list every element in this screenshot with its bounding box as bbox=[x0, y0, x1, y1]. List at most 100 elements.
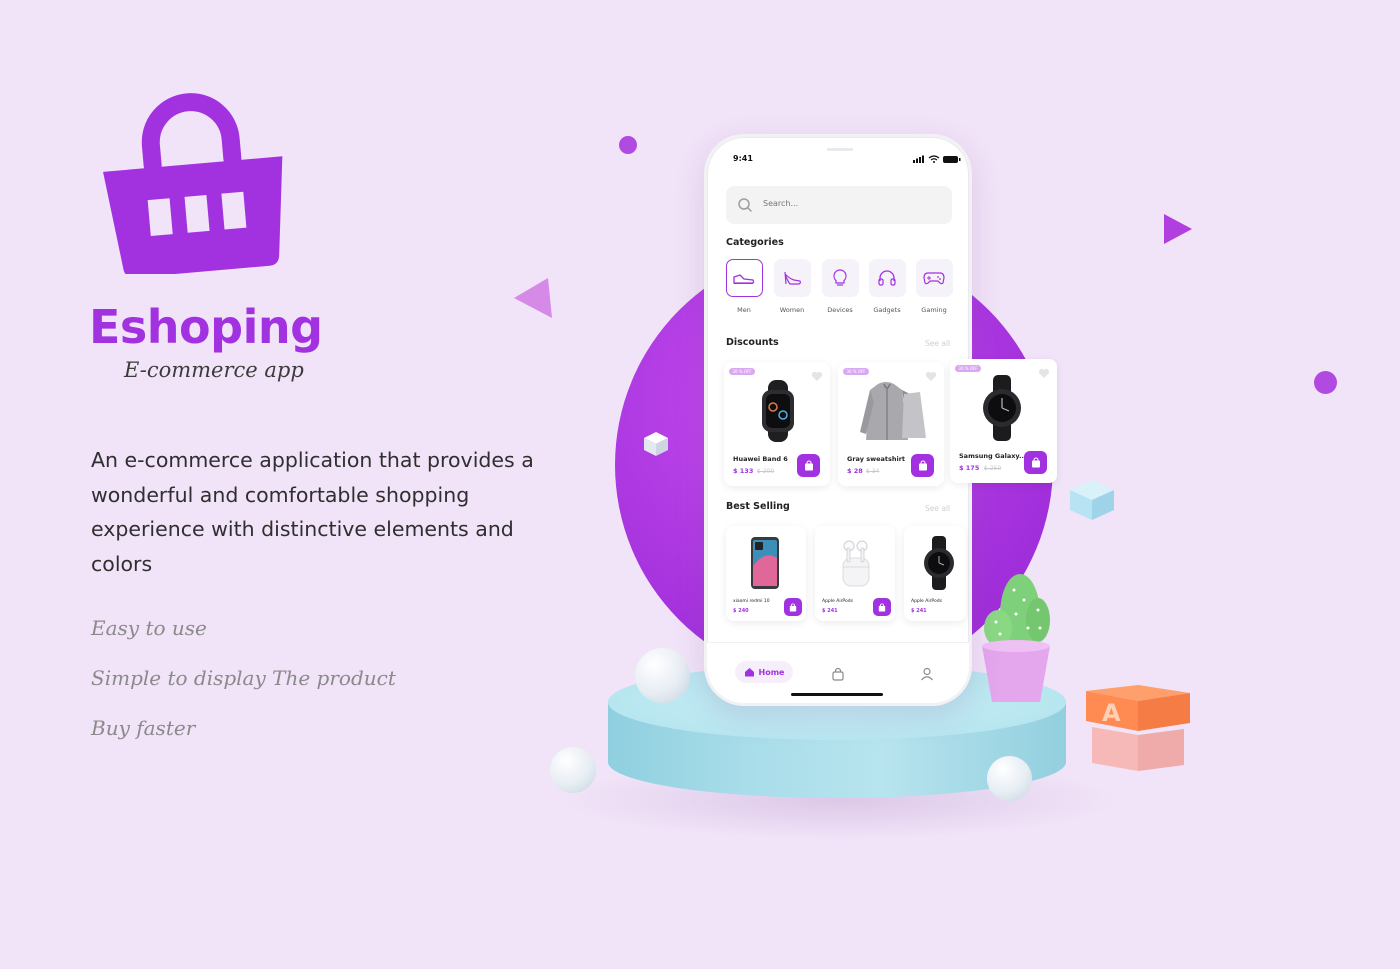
product-old-price: $ 250 bbox=[984, 465, 1002, 472]
phone-speaker bbox=[827, 148, 853, 151]
decorative-ball bbox=[987, 756, 1032, 801]
brand-title: Eshoping bbox=[89, 300, 323, 354]
add-to-cart-button[interactable] bbox=[1024, 451, 1047, 474]
product-name: xiaomi redmi 10 bbox=[733, 599, 770, 604]
product-price: $ 240 bbox=[733, 608, 749, 614]
feature-item: Simple to display The product bbox=[91, 666, 396, 690]
discount-card[interactable]: 30 % OFF Gray sweatshirt $ 28 $ 34 bbox=[838, 362, 944, 486]
category-icon-box bbox=[773, 259, 811, 297]
product-name: Apple AirPods bbox=[911, 599, 942, 604]
bag-icon bbox=[789, 603, 797, 611]
category-icon-box bbox=[821, 259, 859, 297]
feature-item: Easy to use bbox=[91, 616, 207, 640]
home-icon bbox=[744, 668, 754, 677]
sneaker-icon bbox=[733, 274, 755, 284]
product-name: Gray sweatshirt bbox=[847, 455, 906, 463]
category-women[interactable]: Women bbox=[772, 259, 812, 314]
best-selling-card[interactable]: xiaomi redmi 10 $ 240 bbox=[726, 526, 806, 621]
category-gaming[interactable]: Gaming bbox=[914, 259, 954, 314]
high-heel-icon bbox=[784, 271, 801, 285]
lightbulb-icon bbox=[833, 269, 847, 286]
product-price: $ 241 bbox=[822, 608, 838, 614]
discount-badge: 30 % OFF bbox=[843, 368, 869, 375]
decorative-dot bbox=[619, 136, 637, 154]
brand-description: An e-commerce application that provides … bbox=[91, 448, 534, 576]
decorative-ball bbox=[635, 648, 690, 703]
category-icon-box bbox=[868, 259, 906, 297]
decorative-ball bbox=[550, 747, 596, 793]
category-icon-box bbox=[915, 259, 953, 297]
product-name: Apple AirPods bbox=[822, 599, 853, 604]
add-to-cart-button[interactable] bbox=[911, 454, 934, 477]
discount-card[interactable]: 30 % OFF Huawei Band 6 $ 133 $ 200 bbox=[724, 362, 830, 486]
decorative-cube bbox=[1070, 480, 1114, 520]
tab-home-label: Home bbox=[758, 667, 785, 677]
tab-home[interactable]: Home bbox=[735, 661, 793, 683]
category-label: Devices bbox=[827, 306, 853, 314]
bag-icon[interactable] bbox=[831, 667, 845, 681]
heart-icon[interactable] bbox=[811, 371, 823, 382]
home-indicator bbox=[791, 693, 883, 696]
product-old-price: $ 200 bbox=[757, 468, 775, 475]
smartwatch-image bbox=[983, 375, 1021, 441]
airpods-image bbox=[842, 540, 870, 587]
bag-icon bbox=[918, 460, 927, 471]
product-price: $ 175 bbox=[959, 464, 980, 472]
search-input[interactable] bbox=[763, 199, 913, 208]
brand-subtitle: E-commerce app bbox=[124, 358, 304, 382]
gamepad-icon bbox=[923, 272, 945, 285]
discounts-title: Discounts bbox=[726, 337, 779, 348]
search-icon bbox=[738, 198, 752, 212]
status-icons bbox=[913, 155, 961, 163]
product-old-price: $ 34 bbox=[866, 468, 880, 475]
feature-item: Buy faster bbox=[91, 716, 196, 740]
heart-icon[interactable] bbox=[1038, 368, 1050, 379]
bag-icon bbox=[804, 460, 813, 471]
svg-text:A: A bbox=[1102, 699, 1121, 727]
category-gadgets[interactable]: Gadgets bbox=[867, 259, 907, 314]
add-to-cart-button[interactable] bbox=[797, 454, 820, 477]
add-to-cart-button[interactable] bbox=[873, 598, 891, 616]
decorative-dot bbox=[1314, 371, 1337, 394]
phone-mockup: 9:41 Categories Men Women bbox=[704, 134, 972, 706]
best-selling-card[interactable]: Apple AirPods $ 241 bbox=[904, 526, 966, 621]
discounts-see-all-link[interactable]: See all bbox=[925, 339, 950, 348]
category-men[interactable]: Men bbox=[724, 259, 764, 314]
categories-title: Categories bbox=[726, 237, 784, 248]
product-price: $ 28 bbox=[847, 467, 863, 475]
product-price: $ 133 bbox=[733, 467, 754, 475]
smartwatch-image bbox=[924, 536, 954, 590]
category-label: Men bbox=[737, 306, 751, 314]
letter-block-decoration: A bbox=[1086, 685, 1190, 771]
hoodie-image bbox=[860, 382, 926, 440]
category-devices[interactable]: Devices bbox=[820, 259, 860, 314]
decorative-triangle bbox=[514, 278, 552, 318]
profile-icon[interactable] bbox=[920, 667, 934, 681]
search-bar[interactable] bbox=[726, 186, 952, 224]
bottom-tab-bar: Home bbox=[707, 642, 969, 703]
bag-icon bbox=[1031, 457, 1040, 468]
status-time: 9:41 bbox=[733, 154, 753, 163]
product-price: $ 241 bbox=[911, 608, 927, 614]
category-label: Gaming bbox=[921, 306, 947, 314]
discount-badge: 30 % OFF bbox=[955, 365, 981, 372]
bag-icon bbox=[878, 603, 886, 611]
category-label: Gadgets bbox=[873, 306, 901, 314]
discount-card[interactable]: 30 % OFF Samsung Galaxy.. $ 175 $ 250 bbox=[950, 359, 1057, 483]
decorative-triangle bbox=[1164, 214, 1192, 244]
basket-logo-icon bbox=[103, 93, 283, 274]
smart-band-image bbox=[762, 380, 794, 442]
product-name: Huawei Band 6 bbox=[733, 455, 788, 463]
add-to-cart-button[interactable] bbox=[784, 598, 802, 616]
cactus-decoration bbox=[982, 574, 1050, 702]
best-selling-title: Best Selling bbox=[726, 501, 790, 512]
discount-badge: 30 % OFF bbox=[729, 368, 755, 375]
phone-image bbox=[751, 537, 779, 589]
headphones-icon bbox=[878, 270, 896, 286]
best-selling-see-all-link[interactable]: See all bbox=[925, 504, 950, 513]
category-icon-box bbox=[725, 259, 763, 297]
best-selling-card[interactable]: Apple AirPods $ 241 bbox=[815, 526, 895, 621]
decorative-cube bbox=[644, 432, 668, 456]
product-name: Samsung Galaxy.. bbox=[959, 452, 1024, 460]
category-label: Women bbox=[779, 306, 805, 314]
